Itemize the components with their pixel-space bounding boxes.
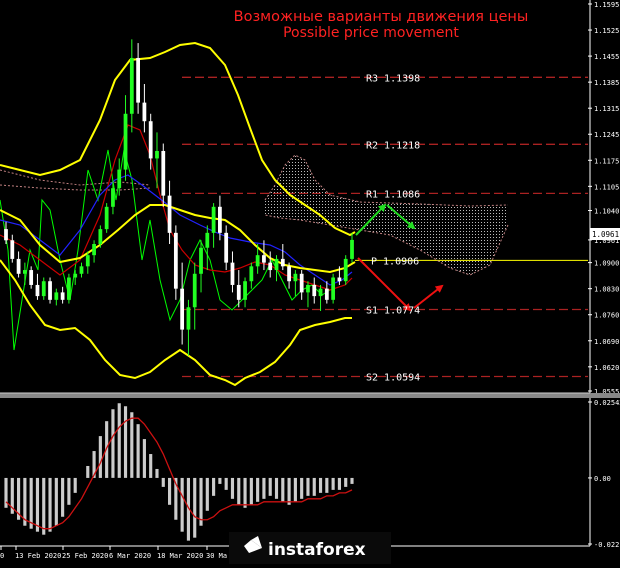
candle-bull: [92, 244, 96, 256]
osc-tick-label: -0.02212: [594, 541, 620, 549]
level-label: R1 1.1086: [366, 189, 420, 200]
candle-bear: [224, 232, 229, 263]
level-label: R3 1.1398: [366, 73, 420, 84]
price-tick-label: 1.0760: [594, 312, 619, 320]
candle-bear: [218, 206, 222, 233]
candle-bear: [48, 281, 52, 300]
candle-bull: [255, 255, 260, 267]
candle-bull: [243, 281, 247, 300]
price-tick-label: 1.0830: [594, 286, 619, 294]
candle-bear: [35, 284, 40, 297]
candle-bear: [16, 258, 21, 274]
candle-bull: [129, 57, 134, 114]
candle-bull: [123, 113, 128, 170]
candle-bull: [199, 247, 203, 274]
level-label: S1 1.0774: [366, 306, 420, 317]
candle-bear: [10, 240, 15, 259]
chart-title: Возможные варианты движения цены: [234, 9, 529, 25]
candle-bear: [60, 292, 65, 300]
candle-bull: [73, 273, 78, 278]
chart-canvas: R3 1.1398 R2 1.1218 R1 1.1086 P 1.0906 S1 1.…: [0, 0, 620, 564]
candle-bear: [337, 277, 342, 282]
candle-bear: [268, 262, 273, 271]
date-tick-label: 6 Mar 2020: [109, 552, 151, 560]
candle-bull: [350, 239, 354, 259]
osc-tick-label: 0.00: [594, 475, 611, 483]
date-tick-label: 25 Feb 2020: [62, 552, 108, 560]
brand-watermark: instaforex: [229, 532, 391, 564]
candle-bull: [293, 273, 298, 282]
candle-bull: [85, 255, 90, 267]
candle-bull: [117, 169, 122, 189]
candle-bear: [136, 57, 140, 103]
candle-bull: [41, 281, 46, 297]
candle-bull: [104, 206, 109, 230]
candle-bull: [318, 288, 323, 297]
candle-bear: [262, 255, 266, 263]
candle-bear: [173, 232, 178, 289]
level-label: S2 1.0594: [366, 372, 420, 383]
price-tick-label: 1.0620: [594, 364, 619, 372]
price-tick-label: 1.1315: [594, 105, 619, 113]
candle-bear: [236, 284, 241, 300]
price-tick-label: 1.1595: [594, 1, 619, 9]
candle-bull: [192, 273, 197, 308]
forex-chart: R3 1.1398 R2 1.1218 R1 1.1086 P 1.0906 S1 1.…: [0, 0, 620, 564]
candle-bull: [186, 307, 191, 330]
osc-tick-label: 0.02542: [594, 399, 620, 407]
price-tick-label: 1.1105: [594, 183, 619, 191]
candle-bull: [211, 206, 216, 233]
candle-bear: [148, 121, 153, 159]
date-tick-label: 18 Mar 2020: [157, 552, 203, 560]
price-tick-label: 1.1455: [594, 53, 619, 61]
candle-bear: [4, 229, 8, 241]
candle-bull: [79, 266, 84, 274]
candle-bear: [161, 150, 166, 196]
candle-bull: [331, 277, 336, 300]
candle-bear: [167, 195, 172, 233]
candle-bear: [324, 288, 329, 300]
price-tick-label: 1.1385: [594, 79, 619, 87]
level-label: P 1.0906: [371, 256, 419, 267]
price-tick-label: 1.1245: [594, 131, 619, 139]
candle-bull: [274, 258, 279, 271]
candle-bear: [280, 258, 285, 267]
candle-bull: [67, 277, 71, 300]
candle-bull: [205, 232, 210, 248]
pane-separator: [0, 393, 620, 398]
date-tick-label: 13 Feb 2020: [15, 552, 61, 560]
candle-bull: [155, 150, 159, 159]
date-tick-label: 30 Ma: [206, 552, 227, 560]
price-tick-label: 1.1040: [594, 208, 619, 216]
date-tick-label: 0: [0, 552, 4, 560]
price-tick-label: 1.0900: [594, 260, 619, 268]
price-tick-label: 1.1525: [594, 27, 619, 35]
brand-name: instaforex: [268, 540, 366, 560]
current-price-marker: 1.0961: [590, 228, 620, 240]
candle-bear: [299, 273, 304, 293]
price-tick-label: 1.0690: [594, 338, 619, 346]
candle-bear: [142, 102, 147, 122]
candle-bear: [29, 270, 34, 285]
candle-bull: [343, 258, 348, 282]
chart-subtitle: Possible price movement: [283, 25, 459, 41]
level-label: R2 1.1218: [366, 140, 420, 151]
candle-bull: [111, 188, 115, 207]
candle-bear: [230, 262, 235, 285]
candle-bull: [306, 284, 310, 293]
current-price-label: 1.0961: [592, 230, 619, 239]
candle-bull: [98, 229, 103, 245]
candle-bear: [312, 284, 317, 297]
candle-bear: [180, 288, 185, 330]
candle-bear: [287, 266, 291, 282]
candle-bull: [22, 270, 27, 274]
candle-bull: [54, 292, 59, 300]
candle-bull: [249, 266, 254, 282]
price-tick-label: 1.1175: [594, 157, 619, 165]
